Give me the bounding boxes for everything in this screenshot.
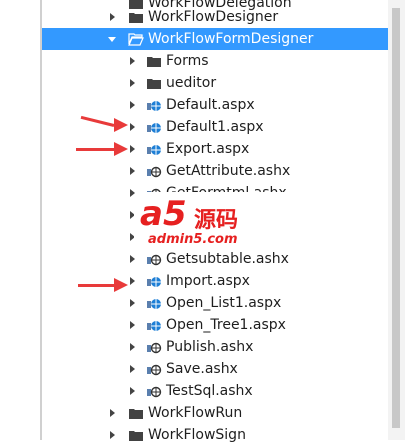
aspx-file-icon [146, 273, 162, 289]
tree-node[interactable]: Default.aspx [42, 94, 388, 116]
folder-icon [128, 405, 144, 421]
collapsed-arrow-icon[interactable] [106, 429, 118, 441]
tree-node-label: WorkFlowFormDesigner [148, 31, 314, 47]
tree-node-label: Forms [166, 53, 209, 69]
tree-node[interactable]: Publish.ashx [42, 336, 388, 358]
collapsed-arrow-icon[interactable] [126, 385, 138, 397]
ashx-file-icon [146, 339, 162, 355]
tree-node[interactable]: GetAttribute.ashx [42, 160, 388, 182]
watermark-logo: a5 源码 admin5.com [134, 192, 294, 252]
tree-node[interactable]: TestSql.ashx [42, 380, 388, 402]
tree-node[interactable]: WorkFlowDesigner [42, 6, 388, 28]
tree-node-label: Open_List1.aspx [166, 295, 282, 311]
tree-node-label: GetAttribute.ashx [166, 163, 291, 179]
expanded-arrow-icon[interactable] [106, 33, 118, 45]
ashx-file-icon [146, 361, 162, 377]
tree-node[interactable]: Save.ashx [42, 358, 388, 380]
folder-icon [146, 75, 162, 91]
watermark-site: admin5.com [148, 232, 238, 247]
folder-open-icon [128, 31, 144, 47]
collapsed-arrow-icon[interactable] [126, 297, 138, 309]
tree-node-label: WorkFlowDesigner [148, 9, 279, 25]
tree-node-label: Publish.ashx [166, 339, 254, 355]
tree-node-label: Open_Tree1.aspx [166, 317, 286, 333]
folder-icon [128, 9, 144, 25]
annotation-arrow [80, 115, 128, 132]
aspx-file-icon [146, 119, 162, 135]
tree-node[interactable]: Forms [42, 50, 388, 72]
annotation-arrow [76, 142, 128, 156]
collapsed-arrow-icon[interactable] [126, 165, 138, 177]
tree-node[interactable]: Import.aspx [42, 270, 388, 292]
aspx-file-icon [146, 97, 162, 113]
tree-node[interactable]: WorkFlowFormDesigner [42, 28, 388, 50]
collapsed-arrow-icon[interactable] [106, 407, 118, 419]
collapsed-arrow-icon[interactable] [106, 11, 118, 23]
folder-icon [128, 427, 144, 443]
tree-node[interactable]: WorkFlowRun [42, 402, 388, 424]
tree-node-label: Import.aspx [166, 273, 250, 289]
aspx-file-icon [146, 317, 162, 333]
collapsed-arrow-icon[interactable] [126, 363, 138, 375]
ashx-file-icon [146, 383, 162, 399]
folder-icon [146, 53, 162, 69]
tree-node[interactable]: ueditor [42, 72, 388, 94]
collapsed-arrow-icon[interactable] [126, 77, 138, 89]
tree-node-label: TestSql.ashx [166, 383, 253, 399]
tree-node[interactable]: Open_Tree1.aspx [42, 314, 388, 336]
tree-node[interactable]: WorkFlowSign [42, 424, 388, 446]
tree-node-label: WorkFlowRun [148, 405, 243, 421]
tree-node-label: Export.aspx [166, 141, 250, 157]
watermark-big: a5 [140, 194, 187, 234]
ashx-file-icon [146, 251, 162, 267]
collapsed-arrow-icon[interactable] [126, 55, 138, 67]
left-gutter [0, 0, 40, 440]
watermark-cn: 源码 [194, 208, 239, 233]
collapsed-arrow-icon[interactable] [126, 99, 138, 111]
tree-node-label: Default.aspx [166, 97, 255, 113]
tree-node-label: ueditor [166, 75, 217, 91]
tree-node[interactable]: Open_List1.aspx [42, 292, 388, 314]
aspx-file-icon [146, 295, 162, 311]
tree-node-label: Default1.aspx [166, 119, 264, 135]
tree-node-label: WorkFlowSign [148, 427, 246, 443]
tree-node-label: Getsubtable.ashx [166, 251, 289, 267]
tree-node-label: Save.ashx [166, 361, 238, 377]
scrollbar-thumb[interactable] [392, 8, 400, 428]
collapsed-arrow-icon[interactable] [126, 319, 138, 331]
annotation-arrow [78, 278, 128, 292]
collapsed-arrow-icon[interactable] [126, 341, 138, 353]
collapsed-arrow-icon[interactable] [126, 253, 138, 265]
ashx-file-icon [146, 163, 162, 179]
aspx-file-icon [146, 141, 162, 157]
